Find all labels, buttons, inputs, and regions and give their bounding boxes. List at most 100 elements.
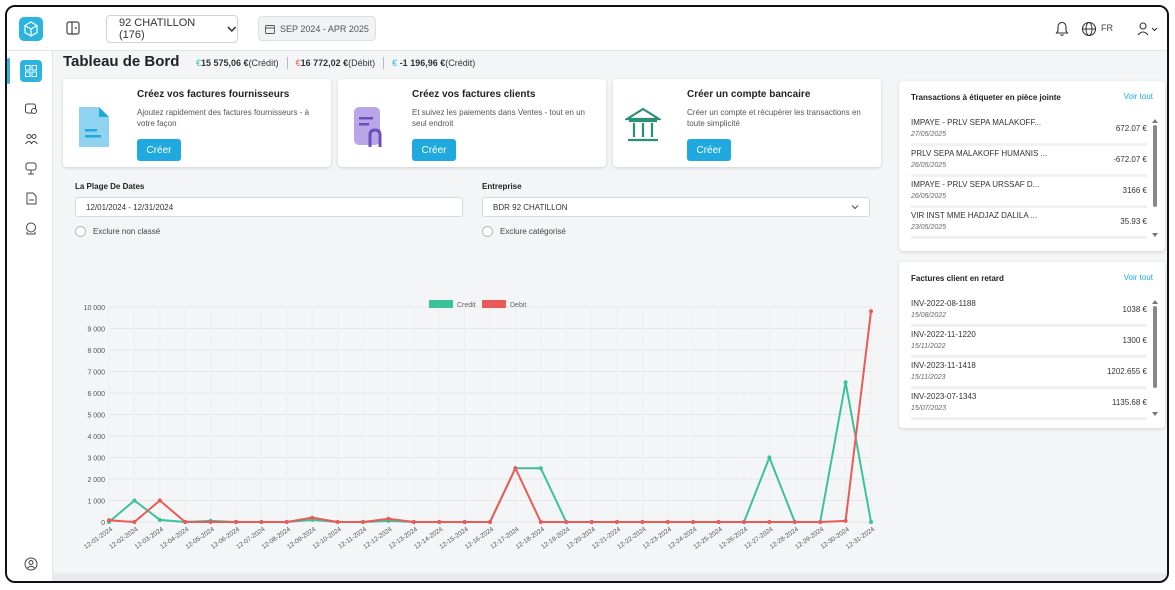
- data-point: [665, 520, 670, 524]
- transaction-row[interactable]: IMPAYE - PRLV SEPA MALAKOFF... 27/05/2025…: [911, 115, 1147, 146]
- sidebar-item-receipts[interactable]: [20, 157, 42, 179]
- invoice-row[interactable]: INV-2023-07-1343 15/07/2023 1135.68 €: [911, 389, 1147, 420]
- globe-icon[interactable]: [1080, 20, 1098, 38]
- checkbox-box[interactable]: [75, 226, 86, 237]
- data-point: [843, 380, 848, 385]
- y-tick-label: 2 000: [87, 477, 105, 484]
- y-tick-label: 4 000: [87, 434, 105, 441]
- scroll-up-icon[interactable]: [1152, 119, 1158, 123]
- data-point: [335, 520, 340, 524]
- sidebar-active-indicator: [7, 58, 10, 84]
- scroll-down-icon[interactable]: [1152, 412, 1158, 416]
- sidebar-item-dashboard[interactable]: [20, 60, 42, 82]
- data-point: [615, 520, 619, 524]
- bell-icon[interactable]: [1054, 20, 1070, 38]
- date-range-input[interactable]: 12/01/2024 - 12/31/2024: [75, 197, 463, 217]
- sidebar-toggle-icon[interactable]: [65, 20, 81, 36]
- exclude-unclassified-checkbox[interactable]: Exclure non classé: [75, 226, 160, 237]
- data-point: [310, 515, 315, 520]
- row-label: IMPAYE - PRLV SEPA MALAKOFF...: [911, 118, 1042, 127]
- transaction-row[interactable]: PRLV SEPA MALAKOFF HUMANIS ... 26/05/2025…: [911, 146, 1147, 177]
- scroll-up-icon[interactable]: [1152, 300, 1158, 304]
- invoice-row[interactable]: INV-2022-11-1220 15/11/2022 1300 €: [911, 327, 1147, 358]
- data-point: [411, 520, 416, 524]
- receipt-icon: [25, 162, 37, 174]
- data-point: [284, 520, 289, 524]
- sidebar-item-transactions[interactable]: [20, 98, 42, 120]
- card-title: Créer un compte bancaire: [687, 89, 811, 100]
- row-date: 27/05/2025: [911, 131, 947, 138]
- transactions-view-all-link[interactable]: Voir tout: [1124, 92, 1153, 101]
- company-selector-label: 92 CHATILLON (176): [119, 17, 196, 41]
- exclude-categorized-checkbox[interactable]: Exclure catégorisé: [482, 226, 566, 237]
- card-supplier-invoices: Créez vos factures fournisseurs Ajoutez …: [63, 79, 331, 167]
- client-invoice-icon: [350, 105, 386, 149]
- data-point: [691, 520, 696, 524]
- credit-summary: €15 575,06 €(Crédit): [196, 58, 279, 68]
- scroll-down-icon[interactable]: [1152, 233, 1158, 237]
- invoice-row[interactable]: INV-2023-11-1418 15/11/2023 1202.655 €: [911, 358, 1147, 389]
- page-title: Tableau de Bord: [63, 53, 180, 70]
- user-menu-icon[interactable]: [1136, 20, 1160, 38]
- invoices-view-all-link[interactable]: Voir tout: [1124, 273, 1153, 282]
- scrollbar-thumb[interactable]: [1153, 125, 1157, 207]
- sidebar-item-documents[interactable]: [20, 187, 42, 209]
- data-point: [640, 520, 645, 524]
- invoice-row[interactable]: INV-2022-08-1188 15/08/2022 1038 €: [911, 296, 1147, 327]
- checkbox-box[interactable]: [482, 226, 493, 237]
- sidebar-item-payments[interactable]: [20, 217, 42, 239]
- data-point: [564, 520, 569, 524]
- data-point: [767, 520, 772, 524]
- row-date: 15/07/2023: [911, 405, 947, 412]
- period-selector[interactable]: SEP 2024 - APR 2025: [258, 16, 376, 41]
- transactions-icon: [24, 103, 37, 114]
- language-label[interactable]: FR: [1101, 23, 1113, 33]
- sidebar-item-contacts[interactable]: [20, 128, 42, 150]
- scrollbar-thumb[interactable]: [1153, 306, 1157, 388]
- row-date: 23/05/2025: [911, 224, 947, 231]
- data-point: [437, 520, 442, 524]
- create-client-invoice-button[interactable]: Créer: [412, 139, 456, 161]
- balance-summary: €15 575,06 €(Crédit) €16 772,02 €(Débit)…: [196, 57, 475, 69]
- calendar-icon: [265, 24, 275, 34]
- row-date: 15/11/2022: [911, 343, 946, 350]
- row-label: INV-2022-08-1188: [911, 299, 976, 308]
- company-selector[interactable]: 92 CHATILLON (176): [106, 15, 238, 43]
- row-label: VIR INST MME HADJAZ DALILA ...: [911, 211, 1038, 220]
- divider: [383, 57, 385, 69]
- bottom-strip: [53, 573, 1167, 581]
- row-amount: 1202.655 €: [1106, 367, 1147, 376]
- data-point: [843, 518, 848, 523]
- period-label: SEP 2024 - APR 2025: [280, 23, 369, 34]
- data-point: [488, 520, 492, 524]
- sidebar-item-profile[interactable]: [20, 553, 42, 575]
- transaction-row[interactable]: VIR INST MME HADJAZ DALILA ... 23/05/2025…: [911, 208, 1147, 239]
- legend-swatch: [482, 300, 506, 308]
- row-date: 15/11/2023: [911, 374, 946, 381]
- app-logo-icon[interactable]: [19, 17, 43, 41]
- debit-summary: €16 772,02 €(Débit): [295, 58, 376, 68]
- data-point: [716, 520, 721, 524]
- transactions-panel: Transactions à étiqueter en pièce jointe…: [899, 81, 1165, 251]
- company-filter-select[interactable]: BDR 92 CHATILLON: [482, 197, 870, 217]
- overdue-invoices-panel: Factures client en retard Voir tout INV-…: [899, 262, 1165, 428]
- card-title: Créez vos factures clients: [412, 89, 536, 100]
- transaction-row[interactable]: IMPAYE - PRLV SEPA URSSAF D... 26/05/2025…: [911, 177, 1147, 208]
- y-tick-label: 10 000: [84, 305, 106, 312]
- card-bank-account: Créer un compte bancaire Créer un compte…: [613, 79, 881, 167]
- row-date: 26/05/2025: [911, 193, 947, 200]
- data-point: [792, 520, 797, 524]
- data-point: [157, 517, 162, 522]
- date-range-value: 12/01/2024 - 12/31/2024: [86, 202, 174, 212]
- y-tick-label: 1 000: [87, 499, 105, 506]
- user-shield-icon: [24, 557, 38, 571]
- create-supplier-invoice-button[interactable]: Créer: [137, 139, 181, 161]
- data-point: [767, 455, 772, 460]
- exclude-unclassified-label: Exclure non classé: [93, 227, 161, 236]
- card-description: Ajoutez rapidement des factures fourniss…: [137, 108, 310, 128]
- y-tick-label: 3 000: [87, 456, 105, 463]
- y-tick-label: 9 000: [87, 327, 105, 334]
- data-point: [361, 520, 365, 524]
- create-bank-account-button[interactable]: Créer: [687, 139, 731, 161]
- data-point: [513, 466, 518, 471]
